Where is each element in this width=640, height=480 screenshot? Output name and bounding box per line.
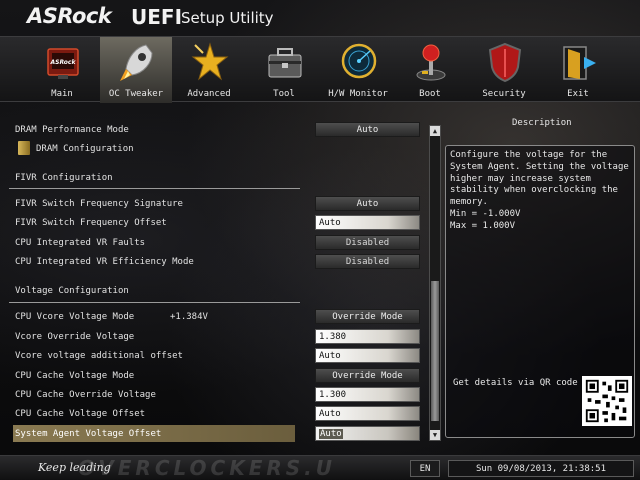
vcore-mode-select[interactable]: Override Mode (315, 309, 420, 324)
main-icon: ASRock (47, 48, 79, 79)
svg-text:ASRock: ASRock (50, 59, 77, 66)
section-divider (9, 302, 300, 303)
voltage-configuration-heading: Voltage Configuration (15, 286, 129, 296)
tab-security[interactable]: Security (468, 37, 540, 103)
sa-offset-value: Auto (319, 429, 343, 439)
cpu-vr-faults-label: CPU Integrated VR Faults (15, 238, 146, 248)
vcore-offset-label: Vcore voltage additional offset (15, 351, 183, 361)
settings-scrollbar[interactable]: ▲ ▼ (429, 125, 441, 441)
radar-icon (341, 43, 377, 79)
vcore-voltage-readout: +1.384V (170, 312, 208, 322)
cpu-vr-efficiency-label: CPU Integrated VR Efficiency Mode (15, 257, 194, 267)
fivr-freq-signature-select[interactable]: Auto (315, 196, 420, 211)
vcore-mode-label: CPU Vcore Voltage Mode (15, 312, 135, 322)
vcore-override-input[interactable]: 1.380 (315, 329, 420, 344)
tab-tool-label: Tool (273, 89, 295, 99)
tab-boot-label: Boot (419, 89, 441, 99)
description-title: Description (512, 118, 572, 128)
tab-exit[interactable]: Exit (542, 37, 614, 103)
watermark: OVERCLOCKERS.U (78, 456, 337, 480)
dram-performance-mode-select[interactable]: Auto (315, 122, 420, 137)
footer-bar: Keep leading OVERCLOCKERS.U EN Sun 09/08… (0, 455, 640, 480)
fivr-freq-offset-label: FIVR Switch Frequency Offset (15, 218, 167, 228)
tab-security-label: Security (482, 89, 526, 99)
section-divider (9, 188, 300, 189)
tab-main-label: Main (51, 89, 73, 99)
tab-boot[interactable]: Boot (394, 37, 466, 103)
shield-icon (488, 42, 522, 83)
toolbox-icon (268, 48, 302, 78)
vcore-offset-input[interactable]: Auto (315, 348, 420, 363)
tab-hw-monitor[interactable]: H/W Monitor (322, 37, 394, 103)
tab-tool[interactable]: Tool (248, 37, 320, 103)
cache-offset-input[interactable]: Auto (315, 406, 420, 421)
sa-offset-input[interactable]: Auto (315, 426, 420, 441)
tab-hw-monitor-label: H/W Monitor (328, 89, 388, 99)
description-text: Configure the voltage for the System Age… (450, 150, 629, 231)
tab-exit-label: Exit (567, 89, 589, 99)
joystick-icon (416, 44, 446, 81)
dram-configuration-link[interactable]: DRAM Configuration (36, 144, 134, 154)
cpu-vr-efficiency-select[interactable]: Disabled (315, 254, 420, 269)
asrock-logo: ASRock (27, 4, 112, 28)
datetime-display: Sun 09/08/2013, 21:38:51 (448, 460, 634, 477)
fivr-freq-signature-label: FIVR Switch Frequency Signature (15, 199, 183, 209)
sa-offset-label[interactable]: System Agent Voltage Offset (15, 429, 161, 439)
tab-oc-tweaker-label: OC Tweaker (108, 89, 164, 99)
scroll-thumb[interactable] (431, 281, 439, 421)
qr-code-icon[interactable] (582, 376, 632, 426)
tab-advanced-label: Advanced (187, 89, 231, 99)
folder-icon (18, 141, 30, 155)
language-button[interactable]: EN (410, 460, 440, 477)
cache-override-input[interactable]: 1.300 (315, 387, 420, 402)
tab-main[interactable]: ASRock Main (26, 37, 98, 103)
cpu-vr-faults-select[interactable]: Disabled (315, 235, 420, 250)
setup-utility-title: Setup Utility (181, 9, 274, 27)
vcore-override-label: Vcore Override Voltage (15, 332, 135, 342)
rocket-icon (120, 44, 153, 81)
uefi-title: UEFI (131, 5, 183, 29)
qr-code-label: Get details via QR code (453, 378, 578, 388)
fivr-freq-offset-input[interactable]: Auto (315, 215, 420, 230)
exit-door-icon (563, 46, 596, 80)
header: ASRock UEFI Setup Utility (0, 0, 640, 36)
dram-performance-mode-label: DRAM Performance Mode (15, 125, 129, 135)
star-icon (191, 42, 229, 81)
scroll-up-arrow-icon[interactable]: ▲ (430, 126, 440, 136)
main-navigation: ASRock Main OC Tweaker Advanced Tool H/W… (0, 36, 640, 103)
tab-oc-tweaker[interactable]: OC Tweaker (100, 37, 172, 103)
scroll-down-arrow-icon[interactable]: ▼ (430, 430, 440, 440)
tab-advanced[interactable]: Advanced (173, 37, 245, 103)
cache-offset-label: CPU Cache Voltage Offset (15, 409, 146, 419)
fivr-configuration-heading: FIVR Configuration (15, 173, 113, 183)
cache-mode-label: CPU Cache Voltage Mode (15, 371, 135, 381)
cache-mode-select[interactable]: Override Mode (315, 368, 420, 383)
cache-override-label: CPU Cache Override Voltage (15, 390, 156, 400)
